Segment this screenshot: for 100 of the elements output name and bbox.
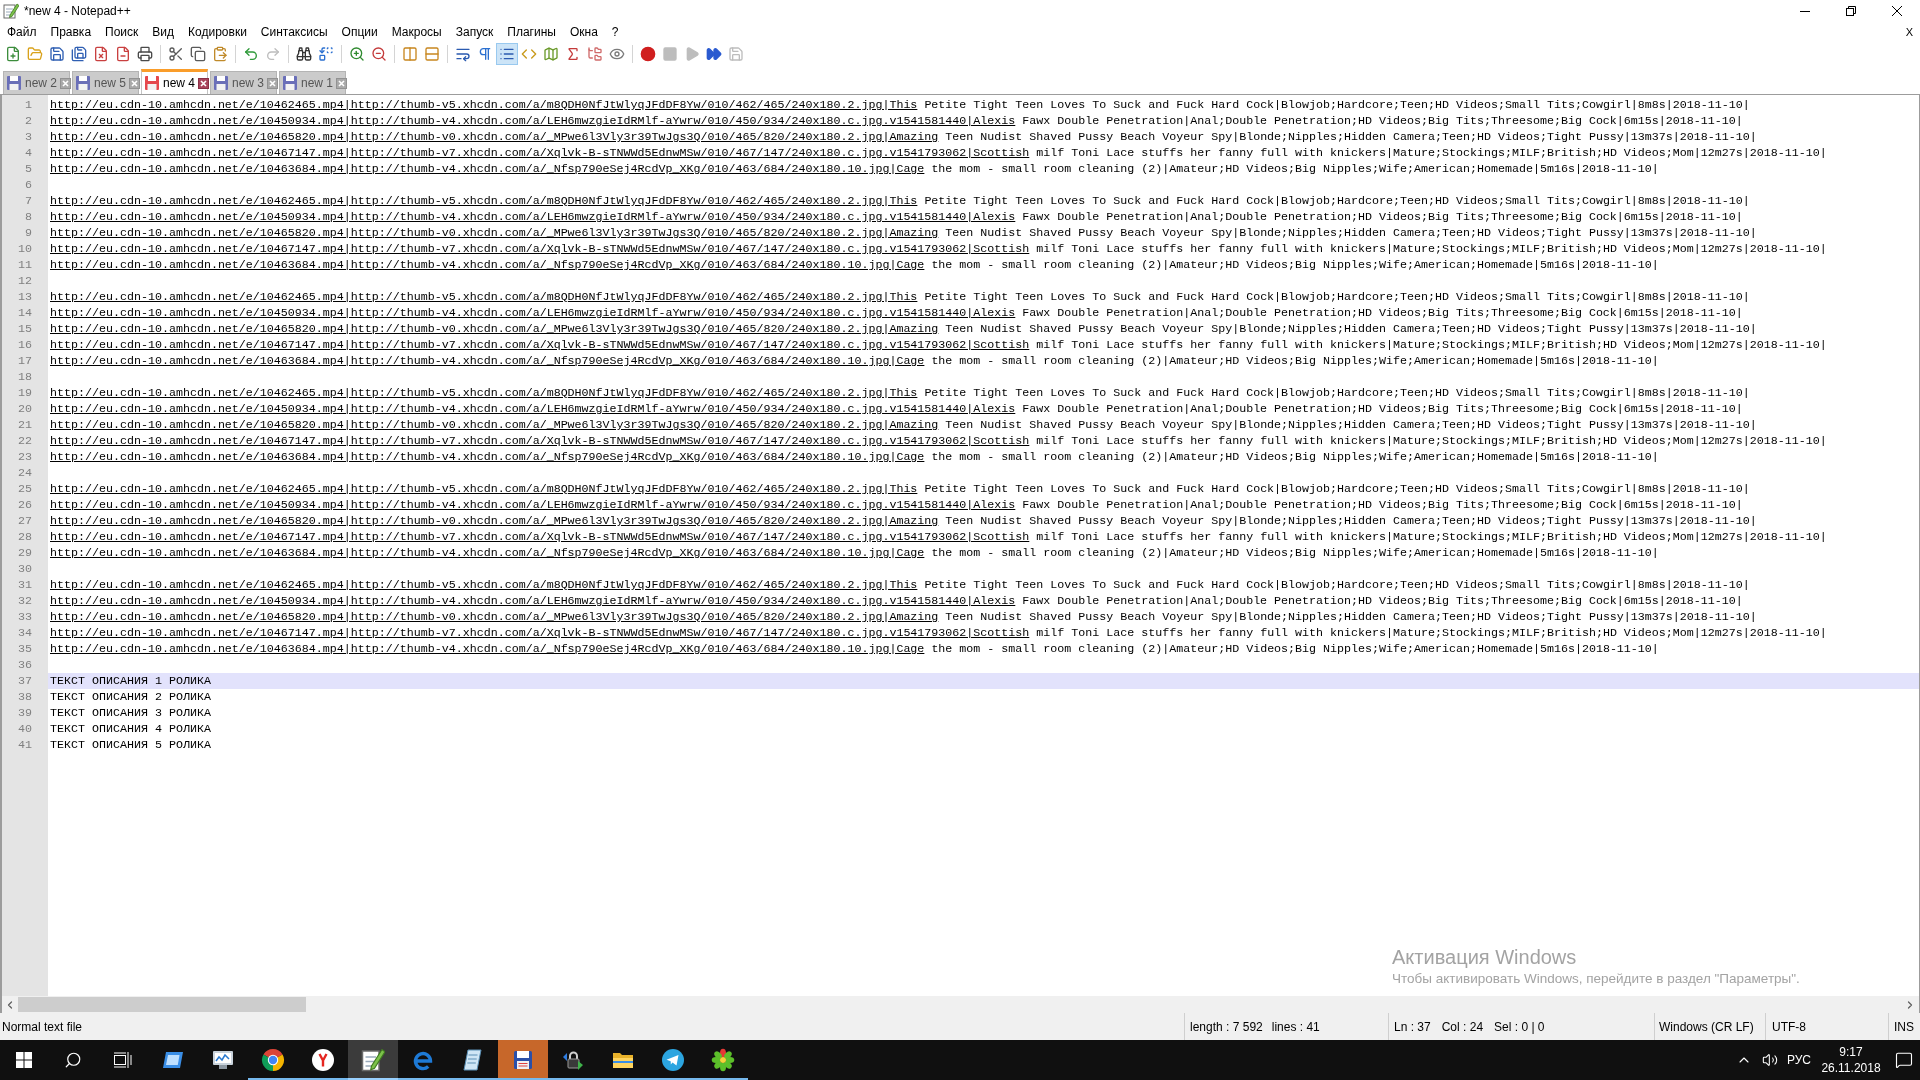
menu-item[interactable]: Файл bbox=[0, 22, 44, 42]
url-link[interactable]: http://eu.cdn-10.amhcdn.net/e/10467147.mp4|http://thumb-v7.xhcdn.com/a/Xqlvk-B-sTNWWd5EdnwMSw/010/467/147/240x180.c.jpg.v1541793062|Scottish bbox=[50, 434, 1030, 448]
code-line: http://eu.cdn-10.amhcdn.net/e/10465820.mp4|http://thumb-v0.xhcdn.com/a/_MPwe6l3Vly3r39TwJgs3Q/010/465/820/240x180.2.jpg|Amazing Teen Nudist Shaved Pussy Beach Voyeur Spy|Blonde;Nipples;Hidden Camera;Teen;HD Videos;Tight Pussy|13m37s|2018-11-10| bbox=[50, 610, 1757, 624]
line-number: 29 bbox=[18, 545, 32, 561]
line-number: 13 bbox=[18, 289, 32, 305]
url-link[interactable]: http://eu.cdn-10.amhcdn.net/e/10462465.mp4|http://thumb-v5.xhcdn.com/a/m8QDH0NfJtWlyqJFdDF8Yw/010/462/465/240x180.2.jpg|This bbox=[50, 194, 918, 208]
record-icon bbox=[640, 46, 656, 62]
line-number: 30 bbox=[18, 561, 32, 577]
menu-item[interactable]: Вид bbox=[145, 22, 182, 42]
url-link[interactable]: http://eu.cdn-10.amhcdn.net/e/10463684.mp4|http://thumb-v4.xhcdn.com/a/_Nfsp790eSej4RcdVp_XKg/010/463/684/240x180.10.jpg|Cage bbox=[50, 546, 925, 560]
selection-info: Sel : 0 | 0 bbox=[1494, 1018, 1545, 1036]
taskbar-app[interactable] bbox=[348, 1040, 398, 1080]
url-link[interactable]: http://eu.cdn-10.amhcdn.net/e/10467147.mp4|http://thumb-v7.xhcdn.com/a/Xqlvk-B-sTNWWd5EdnwMSw/010/467/147/240x180.c.jpg.v1541793062|Scottish bbox=[50, 338, 1030, 352]
url-link[interactable]: http://eu.cdn-10.amhcdn.net/e/10463684.mp4|http://thumb-v4.xhcdn.com/a/_Nfsp790eSej4RcdVp_XKg/010/463/684/240x180.10.jpg|Cage bbox=[50, 258, 925, 272]
file-x-icon bbox=[93, 46, 109, 62]
url-link[interactable]: http://eu.cdn-10.amhcdn.net/e/10467147.mp4|http://thumb-v7.xhcdn.com/a/Xqlvk-B-sTNWWd5EdnwMSw/010/467/147/240x180.c.jpg.v1541793062|Scottish bbox=[50, 530, 1030, 544]
code-line: http://eu.cdn-10.amhcdn.net/e/10463684.mp4|http://thumb-v4.xhcdn.com/a/_Nfsp790eSej4RcdVp_XKg/010/463/684/240x180.10.jpg|Cage the mom - small room cleaning (2)|Amateur;HD Videos;Big Nipples;Wife;American;Homemade|5m16s|2018-11-10| bbox=[50, 642, 1659, 656]
line-number: 32 bbox=[18, 593, 32, 609]
url-link[interactable]: http://eu.cdn-10.amhcdn.net/e/10462465.mp4|http://thumb-v5.xhcdn.com/a/m8QDH0NfJtWlyqJFdDF8Yw/010/462/465/240x180.2.jpg|This bbox=[50, 290, 918, 304]
speaker-icon bbox=[1762, 1052, 1778, 1068]
encoding-label: UTF-8 bbox=[1772, 1018, 1806, 1036]
code-line: http://eu.cdn-10.amhcdn.net/e/10462465.mp4|http://thumb-v5.xhcdn.com/a/m8QDH0NfJtWlyqJFdDF8Yw/010/462/465/240x180.2.jpg|This Petite Tight Teen Loves To Suck and Fuck Hard Cock|Blowjob;Hardcore;Teen;HD Videos;Small Tits;Cowgirl|8m8s|2018-11-10| bbox=[50, 482, 1750, 496]
line-number: 14 bbox=[18, 305, 32, 321]
tab[interactable]: new 5 bbox=[72, 71, 139, 94]
code-line: http://eu.cdn-10.amhcdn.net/e/10465820.mp4|http://thumb-v0.xhcdn.com/a/_MPwe6l3Vly3r39TwJgs3Q/010/465/820/240x180.2.jpg|Amazing Teen Nudist Shaved Pussy Beach Voyeur Spy|Blonde;Nipples;Hidden Camera;Teen;HD Videos;Tight Pussy|13m37s|2018-11-10| bbox=[50, 130, 1757, 144]
line-number: 28 bbox=[18, 529, 32, 545]
url-link[interactable]: http://eu.cdn-10.amhcdn.net/e/10465820.mp4|http://thumb-v0.xhcdn.com/a/_MPwe6l3Vly3r39TwJgs3Q/010/465/820/240x180.2.jpg|Amazing bbox=[50, 418, 939, 432]
url-link[interactable]: http://eu.cdn-10.amhcdn.net/e/10465820.mp4|http://thumb-v0.xhcdn.com/a/_MPwe6l3Vly3r39TwJgs3Q/010/465/820/240x180.2.jpg|Amazing bbox=[50, 514, 939, 528]
code-line: http://eu.cdn-10.amhcdn.net/e/10463684.mp4|http://thumb-v4.xhcdn.com/a/_Nfsp790eSej4RcdVp_XKg/010/463/684/240x180.10.jpg|Cage the mom - small room cleaning (2)|Amateur;HD Videos;Big Nipples;Wife;American;Homemade|5m16s|2018-11-10| bbox=[50, 354, 1659, 368]
window-title: *new 4 - Notepad++ bbox=[24, 3, 131, 20]
code-line: ТЕКСТ ОПИСАНИЯ 5 РОЛИКА bbox=[50, 738, 211, 752]
list-icon bbox=[499, 46, 515, 62]
code-line: http://eu.cdn-10.amhcdn.net/e/10462465.mp4|http://thumb-v5.xhcdn.com/a/m8QDH0NfJtWlyqJFdDF8Yw/010/462/465/240x180.2.jpg|This Petite Tight Teen Loves To Suck and Fuck Hard Cock|Blowjob;Hardcore;Teen;HD Videos;Small Tits;Cowgirl|8m8s|2018-11-10| bbox=[50, 194, 1750, 208]
url-link[interactable]: http://eu.cdn-10.amhcdn.net/e/10450934.mp4|http://thumb-v4.xhcdn.com/a/LEH6mwzgieIdRMlf-aYwrw/010/450/934/240x180.c.jpg.v1541581440|Alexis bbox=[50, 498, 1016, 512]
url-link[interactable]: http://eu.cdn-10.amhcdn.net/e/10462465.mp4|http://thumb-v5.xhcdn.com/a/m8QDH0NfJtWlyqJFdDF8Yw/010/462/465/240x180.2.jpg|This bbox=[50, 578, 918, 592]
sigma-icon bbox=[565, 46, 581, 62]
url-link[interactable]: http://eu.cdn-10.amhcdn.net/e/10465820.mp4|http://thumb-v0.xhcdn.com/a/_MPwe6l3Vly3r39TwJgs3Q/010/465/820/240x180.2.jpg|Amazing bbox=[50, 130, 939, 144]
copy-icon bbox=[190, 46, 206, 62]
url-link[interactable]: http://eu.cdn-10.amhcdn.net/e/10463684.mp4|http://thumb-v4.xhcdn.com/a/_Nfsp790eSej4RcdVp_XKg/010/463/684/240x180.10.jpg|Cage bbox=[50, 642, 925, 656]
menu-item[interactable]: Синтаксисы bbox=[253, 22, 335, 42]
menu-item[interactable]: Кодировки bbox=[181, 22, 254, 42]
url-link[interactable]: http://eu.cdn-10.amhcdn.net/e/10462465.mp4|http://thumb-v5.xhcdn.com/a/m8QDH0NfJtWlyqJFdDF8Yw/010/462/465/240x180.2.jpg|This bbox=[50, 386, 918, 400]
column-position: Col : 24 bbox=[1441, 1018, 1484, 1036]
line-number: 18 bbox=[18, 369, 32, 385]
tab[interactable]: new 1 bbox=[279, 71, 346, 94]
url-link[interactable]: http://eu.cdn-10.amhcdn.net/e/10450934.mp4|http://thumb-v4.xhcdn.com/a/LEH6mwzgieIdRMlf-aYwrw/010/450/934/240x180.c.jpg.v1541581440|Alexis bbox=[50, 114, 1016, 128]
language-indicator[interactable]: РУС bbox=[1784, 1040, 1814, 1080]
url-link[interactable]: http://eu.cdn-10.amhcdn.net/e/10467147.mp4|http://thumb-v7.xhcdn.com/a/Xqlvk-B-sTNWWd5EdnwMSw/010/467/147/240x180.c.jpg.v1541793062|Scottish bbox=[50, 626, 1030, 640]
url-link[interactable]: http://eu.cdn-10.amhcdn.net/e/10467147.mp4|http://thumb-v7.xhcdn.com/a/Xqlvk-B-sTNWWd5EdnwMSw/010/467/147/240x180.c.jpg.v1541793062|Scottish bbox=[50, 146, 1030, 160]
tab[interactable]: new 2 bbox=[3, 71, 70, 94]
menu-item[interactable]: Окна bbox=[562, 22, 605, 42]
line-number: 20 bbox=[18, 401, 32, 417]
taskbar-app[interactable] bbox=[498, 1040, 548, 1080]
url-link[interactable]: http://eu.cdn-10.amhcdn.net/e/10450934.mp4|http://thumb-v4.xhcdn.com/a/LEH6mwzgieIdRMlf-aYwrw/010/450/934/240x180.c.jpg.v1541581440|Alexis bbox=[50, 306, 1016, 320]
url-link[interactable]: http://eu.cdn-10.amhcdn.net/e/10450934.mp4|http://thumb-v4.xhcdn.com/a/LEH6mwzgieIdRMlf-aYwrw/010/450/934/240x180.c.jpg.v1541581440|Alexis bbox=[50, 402, 1016, 416]
code-line: http://eu.cdn-10.amhcdn.net/e/10462465.mp4|http://thumb-v5.xhcdn.com/a/m8QDH0NfJtWlyqJFdDF8Yw/010/462/465/240x180.2.jpg|This Petite Tight Teen Loves To Suck and Fuck Hard Cock|Blowjob;Hardcore;Teen;HD Videos;Small Tits;Cowgirl|8m8s|2018-11-10| bbox=[50, 98, 1750, 112]
line-number: 19 bbox=[18, 385, 32, 401]
code-line: ТЕКСТ ОПИСАНИЯ 1 РОЛИКА bbox=[50, 674, 211, 688]
stop-icon bbox=[662, 46, 678, 62]
line-number: 24 bbox=[18, 465, 32, 481]
url-link[interactable]: http://eu.cdn-10.amhcdn.net/e/10450934.mp4|http://thumb-v4.xhcdn.com/a/LEH6mwzgieIdRMlf-aYwrw/010/450/934/240x180.c.jpg.v1541581440|Alexis bbox=[50, 210, 1016, 224]
line-number: 2 bbox=[25, 113, 32, 129]
url-link[interactable]: http://eu.cdn-10.amhcdn.net/e/10462465.mp4|http://thumb-v5.xhcdn.com/a/m8QDH0NfJtWlyqJFdDF8Yw/010/462/465/240x180.2.jpg|This bbox=[50, 98, 918, 112]
line-number: 16 bbox=[18, 337, 32, 353]
folder-open-icon bbox=[27, 46, 43, 62]
url-link[interactable]: http://eu.cdn-10.amhcdn.net/e/10465820.mp4|http://thumb-v0.xhcdn.com/a/_MPwe6l3Vly3r39TwJgs3Q/010/465/820/240x180.2.jpg|Amazing bbox=[50, 322, 939, 336]
play-icon bbox=[684, 46, 700, 62]
clock-button[interactable]: 9:17 26.11.2018 bbox=[1814, 1040, 1888, 1080]
line-number: 17 bbox=[18, 353, 32, 369]
line-number: 35 bbox=[18, 641, 32, 657]
close-document-button[interactable]: X bbox=[1905, 22, 1913, 42]
tab[interactable]: new 4 bbox=[141, 69, 208, 94]
scissors-icon bbox=[168, 46, 184, 62]
scrollbar-thumb[interactable] bbox=[18, 997, 306, 1012]
code-line: http://eu.cdn-10.amhcdn.net/e/10462465.mp4|http://thumb-v5.xhcdn.com/a/m8QDH0NfJtWlyqJFdDF8Yw/010/462/465/240x180.2.jpg|This Petite Tight Teen Loves To Suck and Fuck Hard Cock|Blowjob;Hardcore;Teen;HD Videos;Small Tits;Cowgirl|8m8s|2018-11-10| bbox=[50, 290, 1750, 304]
menu-item[interactable]: ? bbox=[604, 22, 626, 42]
search-icon bbox=[64, 1051, 82, 1069]
url-link[interactable]: http://eu.cdn-10.amhcdn.net/e/10463684.mp4|http://thumb-v4.xhcdn.com/a/_Nfsp790eSej4RcdVp_XKg/010/463/684/240x180.10.jpg|Cage bbox=[50, 162, 925, 176]
notebook-icon bbox=[461, 1048, 485, 1072]
url-link[interactable]: http://eu.cdn-10.amhcdn.net/e/10463684.mp4|http://thumb-v4.xhcdn.com/a/_Nfsp790eSej4RcdVp_XKg/010/463/684/240x180.10.jpg|Cage bbox=[50, 450, 925, 464]
code-line: http://eu.cdn-10.amhcdn.net/e/10467147.mp4|http://thumb-v7.xhcdn.com/a/Xqlvk-B-sTNWWd5EdnwMSw/010/467/147/240x180.c.jpg.v1541793062|Scottish milf Toni Lace stuffs her fanny full with knickers|Mature;Stockings;MILF;British;HD Videos;Mom|12m27s|2018-11-10| bbox=[50, 530, 1827, 544]
horizontal-scrollbar[interactable] bbox=[2, 996, 1919, 1013]
menu-item[interactable]: Опции bbox=[334, 22, 385, 42]
menu-item[interactable]: Плагины bbox=[500, 22, 563, 42]
eol-format: Windows (CR LF) bbox=[1659, 1018, 1754, 1036]
tab[interactable]: new 3 bbox=[210, 71, 277, 94]
line-number: 8 bbox=[25, 209, 32, 225]
close-icon[interactable] bbox=[198, 77, 210, 89]
url-link[interactable]: http://eu.cdn-10.amhcdn.net/e/10467147.mp4|http://thumb-v7.xhcdn.com/a/Xqlvk-B-sTNWWd5EdnwMSw/010/467/147/240x180.c.jpg.v1541793062|Scottish bbox=[50, 242, 1030, 256]
code-line: http://eu.cdn-10.amhcdn.net/e/10465820.mp4|http://thumb-v0.xhcdn.com/a/_MPwe6l3Vly3r39TwJgs3Q/010/465/820/240x180.2.jpg|Amazing Teen Nudist Shaved Pussy Beach Voyeur Spy|Blonde;Nipples;Hidden Camera;Teen;HD Videos;Tight Pussy|13m37s|2018-11-10| bbox=[50, 322, 1757, 336]
url-link[interactable]: http://eu.cdn-10.amhcdn.net/e/10465820.mp4|http://thumb-v0.xhcdn.com/a/_MPwe6l3Vly3r39TwJgs3Q/010/465/820/240x180.2.jpg|Amazing bbox=[50, 610, 939, 624]
menu-item[interactable]: Запуск bbox=[448, 22, 501, 42]
url-link[interactable]: http://eu.cdn-10.amhcdn.net/e/10450934.mp4|http://thumb-v4.xhcdn.com/a/LEH6mwzgieIdRMlf-aYwrw/010/450/934/240x180.c.jpg.v1541581440|Alexis bbox=[50, 594, 1016, 608]
activation-title: Активация Windows bbox=[1392, 945, 1578, 969]
menu-item[interactable]: Поиск bbox=[98, 22, 146, 42]
menu-item[interactable]: Макросы bbox=[384, 22, 449, 42]
url-link[interactable]: http://eu.cdn-10.amhcdn.net/e/10463684.mp4|http://thumb-v4.xhcdn.com/a/_Nfsp790eSej4RcdVp_XKg/010/463/684/240x180.10.jpg|Cage bbox=[50, 354, 925, 368]
menu-item[interactable]: Правка bbox=[43, 22, 99, 42]
url-link[interactable]: http://eu.cdn-10.amhcdn.net/e/10465820.mp4|http://thumb-v0.xhcdn.com/a/_MPwe6l3Vly3r39TwJgs3Q/010/465/820/240x180.2.jpg|Amazing bbox=[50, 226, 939, 240]
url-link[interactable]: http://eu.cdn-10.amhcdn.net/e/10462465.mp4|http://thumb-v5.xhcdn.com/a/m8QDH0NfJtWlyqJFdDF8Yw/010/462/465/240x180.2.jpg|This bbox=[50, 482, 918, 496]
